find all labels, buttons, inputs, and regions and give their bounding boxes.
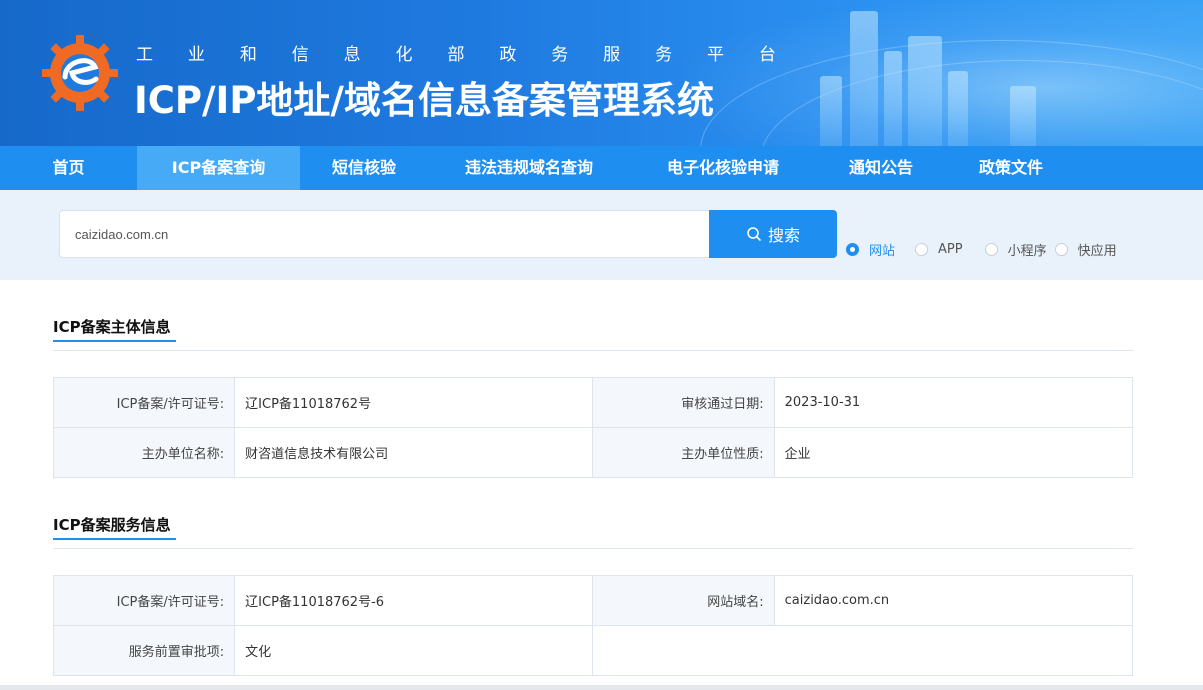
- subtitle-char: 务: [551, 45, 569, 65]
- search-icon: [747, 227, 761, 241]
- field-value: 2023-10-31: [773, 377, 1134, 428]
- section-divider: [53, 350, 1133, 351]
- nav-item-e-verify-apply[interactable]: 电子化核验申请: [630, 146, 816, 190]
- subtitle-char: 服: [603, 45, 621, 65]
- nav-item-notices[interactable]: 通知公告: [816, 146, 946, 190]
- table-row: ICP备案/许可证号: 辽ICP备11018762号 审核通过日期: 2023-…: [52, 377, 1134, 428]
- banner-building: [908, 36, 942, 146]
- subtitle-char: 业: [187, 45, 205, 65]
- field-label: ICP备案/许可证号:: [52, 575, 236, 626]
- field-value: 辽ICP备11018762号: [234, 377, 594, 428]
- main-nav: 首页 ICP备案查询 短信核验 违法违规域名查询 电子化核验申请 通知公告 政策…: [0, 146, 1203, 190]
- subtitle-char: 工: [136, 45, 153, 65]
- field-label: 网站域名:: [592, 575, 775, 626]
- subtitle-char: 息: [343, 45, 361, 65]
- radio-label: 快应用: [1077, 244, 1117, 259]
- table-row: 主办单位名称: 财咨道信息技术有限公司 主办单位性质: 企业: [52, 427, 1134, 478]
- section-underline: [53, 340, 176, 342]
- table-row: ICP备案/许可证号: 辽ICP备11018762号-6 网站域名: caizi…: [52, 575, 1134, 626]
- subtitle-char: 平: [706, 45, 724, 65]
- service-info-table: ICP备案/许可证号: 辽ICP备11018762号-6 网站域名: caizi…: [52, 575, 1134, 676]
- miit-logo-icon: [42, 35, 118, 111]
- field-label: ICP备案/许可证号:: [52, 377, 236, 428]
- subject-info-table: ICP备案/许可证号: 辽ICP备11018762号 审核通过日期: 2023-…: [52, 377, 1134, 478]
- radio-label: 网站: [869, 244, 896, 259]
- subtitle-char: 信: [291, 45, 309, 65]
- subtitle-char: 部: [447, 45, 465, 65]
- nav-item-policy-docs[interactable]: 政策文件: [946, 146, 1076, 190]
- radio-label: APP: [938, 242, 963, 257]
- banner-building: [1010, 86, 1036, 146]
- field-label: 服务前置审批项:: [52, 625, 236, 676]
- field-value: 辽ICP备11018762号-6: [234, 575, 594, 626]
- radio-app[interactable]: APP: [915, 242, 963, 257]
- section-divider: [53, 548, 1133, 549]
- table-row: 服务前置审批项: 文化: [52, 625, 1133, 676]
- banner-building: [884, 51, 902, 146]
- banner-building: [948, 71, 968, 146]
- nav-item-icp-query[interactable]: ICP备案查询: [137, 146, 300, 190]
- banner-building: [820, 76, 842, 146]
- field-label: 审核通过日期:: [592, 377, 775, 428]
- search-input[interactable]: [59, 210, 711, 258]
- field-value: 文化: [234, 625, 594, 676]
- subtitle-char: 台: [758, 45, 776, 65]
- page-bottom-edge: [0, 685, 1203, 690]
- nav-item-sms-verify[interactable]: 短信核验: [300, 146, 428, 190]
- radio-label: 小程序: [1007, 244, 1047, 259]
- section-underline: [53, 538, 176, 540]
- section-title-subject-info: ICP备案主体信息: [53, 318, 171, 336]
- section-title-service-info: ICP备案服务信息: [53, 516, 171, 534]
- radio-website[interactable]: 网站: [846, 240, 895, 259]
- radio-mini-program[interactable]: 小程序: [984, 240, 1047, 259]
- empty-cell: [592, 625, 1133, 676]
- subtitle-char: 和: [239, 45, 257, 65]
- banner-building: [850, 11, 878, 146]
- subtitle-char: 务: [655, 45, 673, 65]
- search-button[interactable]: 搜索: [709, 210, 837, 258]
- field-value: caizidao.com.cn: [773, 575, 1134, 626]
- search-button-label: 搜索: [767, 226, 800, 245]
- nav-item-home[interactable]: 首页: [0, 146, 137, 190]
- subtitle-char: 政: [499, 45, 517, 65]
- nav-item-illegal-domain-query[interactable]: 违法违规域名查询: [428, 146, 630, 190]
- ministry-subtitle: 工 业 和 信 息 化 部 政 务 服 务 平 台: [136, 40, 776, 66]
- field-value: 企业: [773, 427, 1134, 478]
- search-type-radios: 网站 APP 小程序 快应用: [846, 240, 1127, 259]
- system-title: ICP/IP地址/域名信息备案管理系统: [134, 79, 714, 122]
- radio-dot: [1054, 243, 1068, 256]
- subtitle-char: 化: [395, 45, 413, 65]
- field-label: 主办单位性质:: [592, 427, 775, 478]
- field-value: 财咨道信息技术有限公司: [234, 427, 594, 478]
- radio-quick-app[interactable]: 快应用: [1054, 240, 1117, 259]
- radio-dot: [915, 243, 929, 256]
- radio-dot: [984, 243, 998, 256]
- field-label: 主办单位名称:: [52, 427, 236, 478]
- radio-dot: [846, 243, 859, 256]
- search-area: 搜索 网站 APP 小程序 快应用: [0, 190, 1203, 280]
- header-banner: 工 业 和 信 息 化 部 政 务 服 务 平 台 ICP/IP地址/域名信息备…: [0, 0, 1203, 146]
